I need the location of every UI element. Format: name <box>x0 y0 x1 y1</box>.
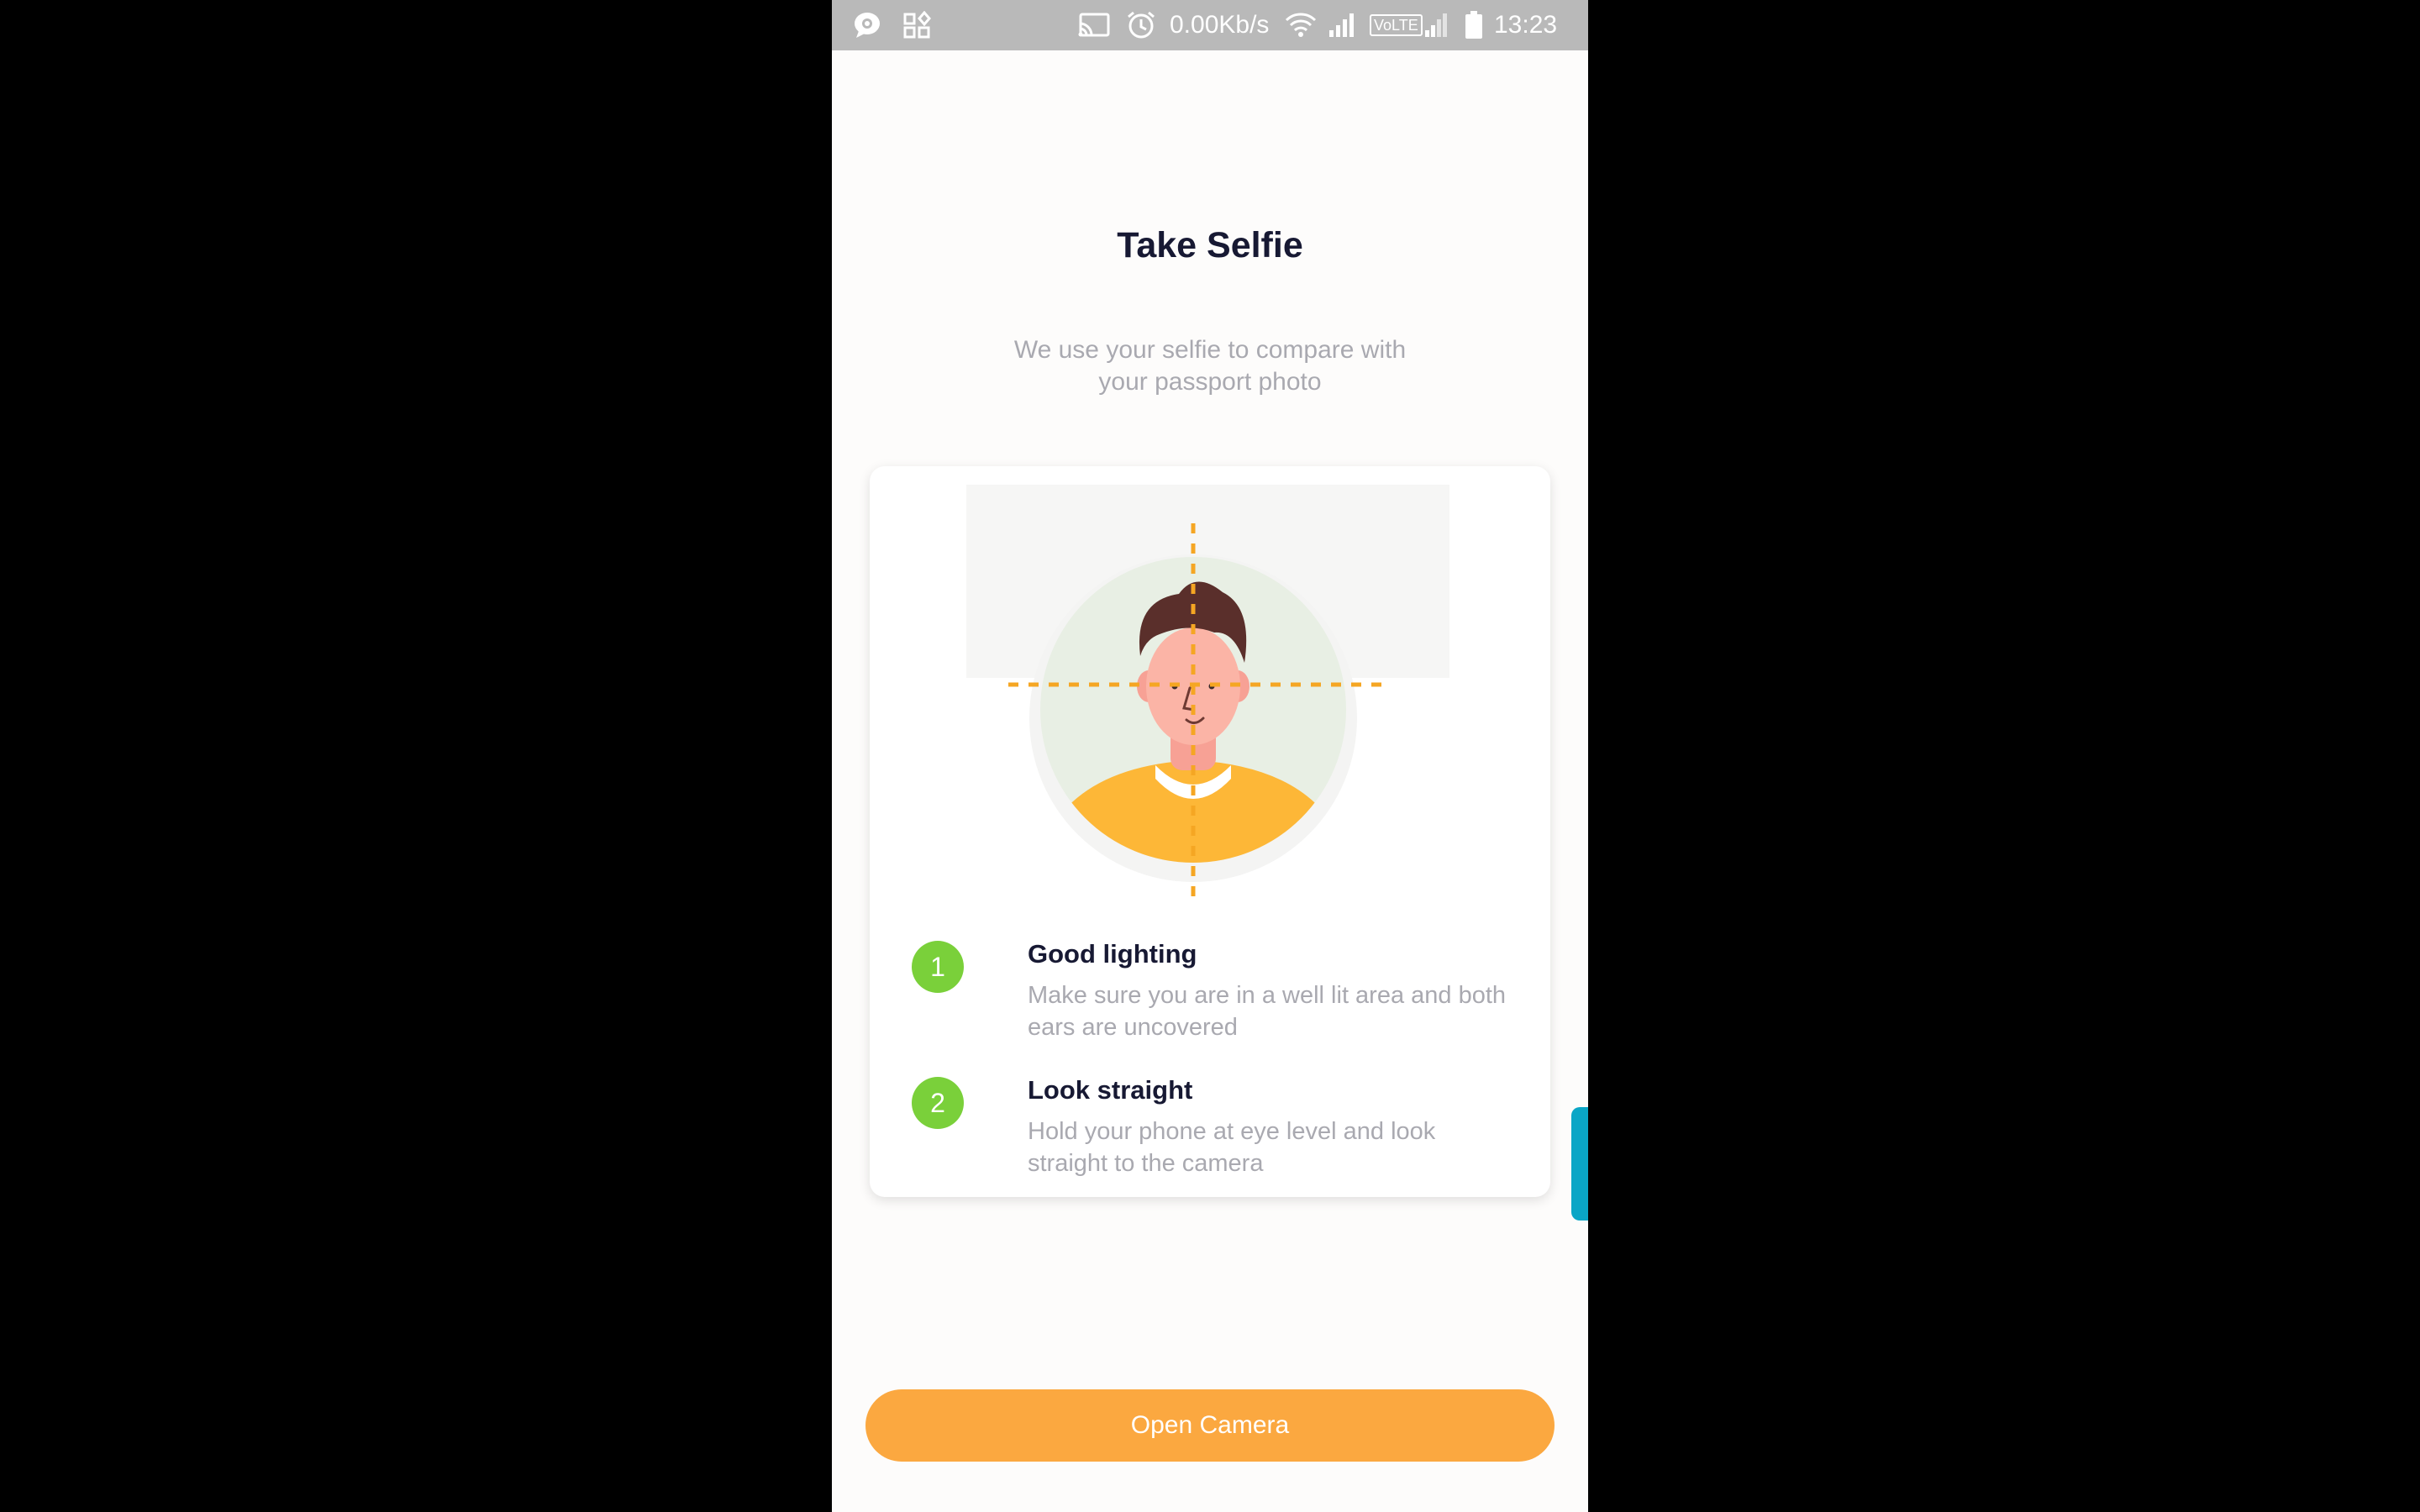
volte-label: VoLTE <box>1370 14 1423 36</box>
tip-title: Good lighting <box>1028 939 1197 969</box>
alarm-icon <box>1126 0 1156 50</box>
apps-icon <box>903 0 932 50</box>
volte-icon: VoLTE <box>1370 0 1423 50</box>
subtitle-line: your passport photo <box>1098 368 1322 396</box>
network-speed: 0.00Kb/s <box>1170 11 1270 39</box>
cast-icon <box>1077 0 1111 50</box>
signal-icon <box>1423 0 1450 50</box>
tip-description: Make sure you are in a well lit area and… <box>1028 979 1549 1043</box>
clock: 13:23 <box>1494 11 1558 39</box>
tip-description: Hold your phone at eye level and look st… <box>1028 1116 1549 1179</box>
battery-icon <box>1464 0 1484 50</box>
step-badge: 1 <box>912 941 964 993</box>
status-bar: 0.00Kb/s VoLTE 13:23 <box>832 0 1588 50</box>
chat-bubble-icon <box>853 0 883 50</box>
tip-description-line: Hold your phone at eye level and look <box>1028 1118 1436 1145</box>
phone-screen: 0.00Kb/s VoLTE 13:23 Take Selfie We use … <box>832 0 1588 1512</box>
tip-title: Look straight <box>1028 1075 1193 1105</box>
subtitle-line: We use your selfie to compare with <box>1013 336 1407 364</box>
step-badge: 2 <box>912 1077 964 1129</box>
signal-icon <box>1328 0 1358 50</box>
tip-description-line: ears are uncovered <box>1028 1014 1238 1041</box>
selfie-illustration <box>966 485 1449 905</box>
selfie-guide-card: 1 Good lighting Make sure you are in a w… <box>870 466 1550 1197</box>
tip-description-line: straight to the camera <box>1028 1150 1264 1177</box>
wifi-icon <box>1284 0 1318 50</box>
page-title: Take Selfie <box>1117 225 1303 265</box>
open-camera-button[interactable]: Open Camera <box>865 1389 1555 1462</box>
tip-description-line: Make sure you are in a well lit area and… <box>1028 982 1507 1009</box>
floating-side-tab[interactable] <box>1571 1107 1588 1221</box>
page-subtitle: We use your selfie to compare with your … <box>983 334 1437 398</box>
